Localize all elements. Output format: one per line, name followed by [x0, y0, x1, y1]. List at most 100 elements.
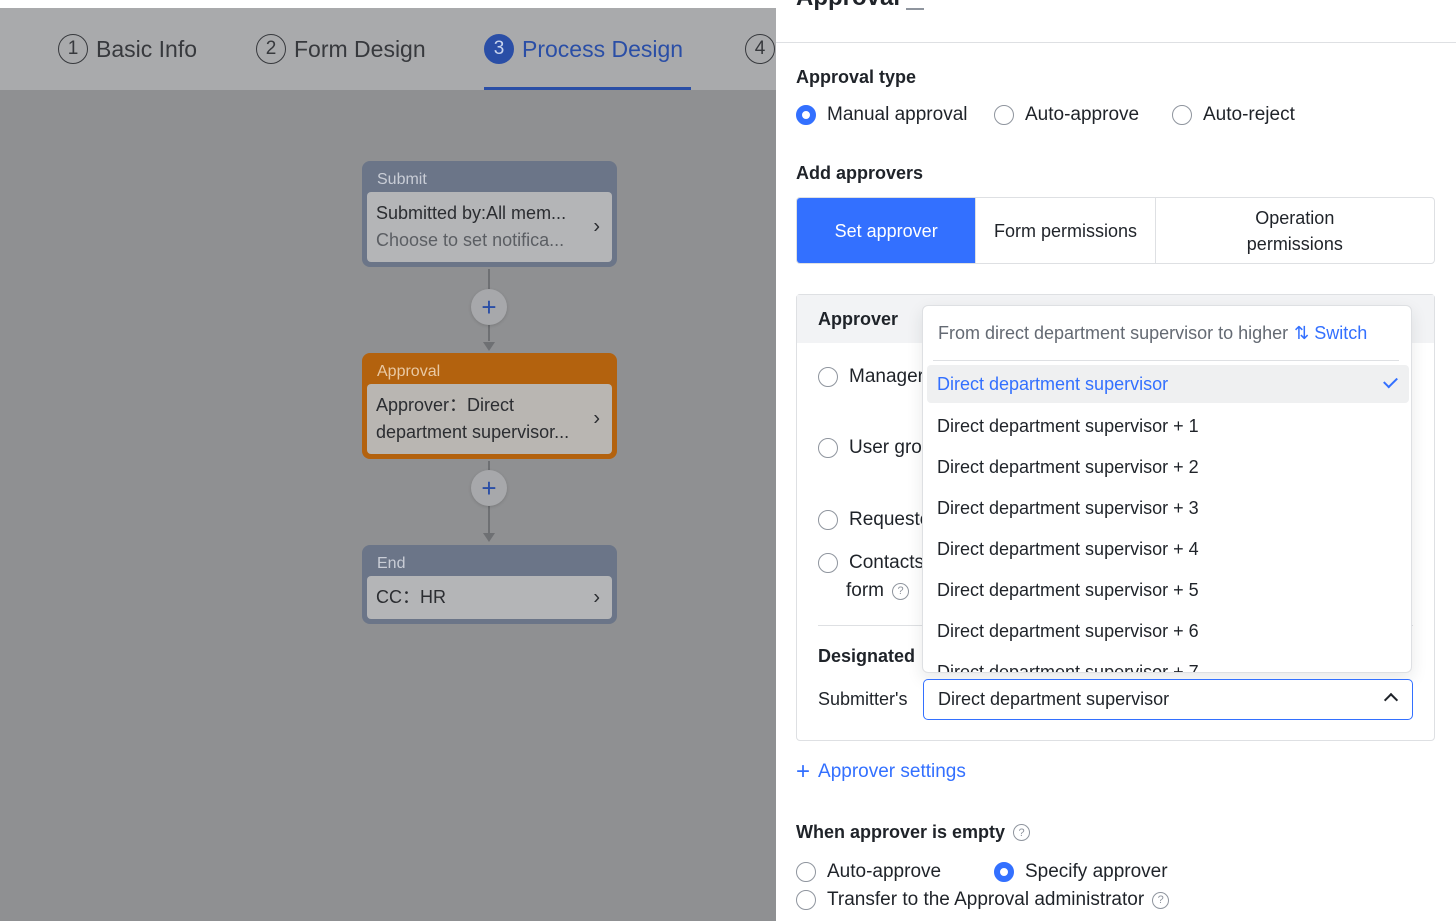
add-approvers-label: Add approvers — [796, 163, 924, 183]
top-border — [0, 0, 776, 8]
dropdown-option[interactable]: Direct department supervisor + 4 — [927, 529, 1409, 570]
edit-title-icon[interactable] — [906, 0, 924, 10]
active-step-underline — [484, 87, 691, 90]
radio-label: Transfer to the Approval administrator — [827, 889, 1145, 910]
radio-empty-auto-approve[interactable]: Auto-approve — [796, 861, 941, 883]
radio-user-group[interactable]: User gro — [818, 437, 922, 459]
radio-unchecked-icon — [994, 105, 1014, 125]
radio-auto-reject[interactable]: Auto-reject — [1172, 104, 1295, 126]
node-line-2: department supervisor... — [376, 422, 570, 442]
help-icon[interactable]: ? — [1013, 824, 1031, 841]
radio-unchecked-icon — [818, 367, 838, 387]
dropdown-option[interactable]: Direct department supervisor + 6 — [927, 611, 1409, 652]
drawer-title: Approval — [796, 0, 900, 12]
radio-label: Auto-approve — [827, 861, 942, 882]
option-label: Direct department supervisor + 1 — [937, 416, 1199, 436]
radio-label: Contacts — [849, 552, 924, 573]
node-body[interactable]: Submitted by:All mem... Choose to set no… — [367, 192, 612, 262]
plus-icon: + — [796, 758, 811, 785]
radio-label: Requeste — [849, 509, 931, 530]
arrow-down-icon — [483, 342, 495, 351]
switch-label: Switch — [1314, 323, 1368, 343]
dropdown-option[interactable]: Direct department supervisor + 5 — [927, 570, 1409, 611]
designated-label: Designated — [818, 646, 916, 666]
dropdown-option[interactable]: Direct department supervisor — [927, 365, 1409, 403]
approver-tabs: Set approver Form permissions Operation … — [796, 197, 1435, 264]
step-4[interactable]: 4 — [745, 32, 776, 66]
step-label: Basic Info — [96, 35, 197, 62]
radio-label: Auto-approve — [1025, 104, 1140, 125]
help-icon[interactable]: ? — [892, 582, 909, 600]
node-body[interactable]: Approver：Direct department supervisor...… — [367, 384, 612, 454]
dropdown-header-text: From direct department supervisor to hig… — [938, 323, 1289, 343]
node-line-2: Choose to set notifica... — [376, 230, 565, 250]
radio-requester[interactable]: Requeste — [818, 509, 930, 531]
radio-manual-approval[interactable]: Manual approval — [796, 104, 967, 126]
approval-drawer: Approval Approval type Manual approval A… — [776, 0, 1456, 921]
node-title: Submit — [377, 171, 427, 188]
radio-contacts-form[interactable]: Contacts — [818, 552, 924, 574]
step-form-design[interactable]: 2 Form Design — [256, 32, 426, 66]
node-title: End — [377, 555, 406, 572]
radio-label: Manager — [849, 366, 924, 387]
step-number: 2 — [256, 34, 286, 64]
radio-unchecked-icon — [818, 438, 838, 458]
dropdown-divider — [933, 360, 1399, 361]
chevron-right-icon: › — [593, 586, 600, 608]
radio-unchecked-icon — [1172, 105, 1192, 125]
add-node-icon[interactable]: + — [471, 289, 507, 325]
dropdown-option[interactable]: Direct department supervisor + 3 — [927, 488, 1409, 529]
dropdown-option[interactable]: Direct department supervisor + 1 — [927, 406, 1409, 447]
supervisor-select[interactable]: Direct department supervisor — [923, 679, 1413, 720]
contacts-form-line2: form ? — [846, 580, 909, 602]
step-number: 3 — [484, 34, 514, 64]
option-label: Direct department supervisor + 6 — [937, 621, 1199, 641]
submit-node[interactable]: Submit Submitted by:All mem... Choose to… — [362, 161, 617, 267]
option-label: Direct department supervisor + 7 — [937, 662, 1199, 673]
arrow-down-icon — [483, 533, 495, 542]
dropdown-option[interactable]: Direct department supervisor + 7 — [927, 652, 1409, 673]
dropdown-option[interactable]: Direct department supervisor + 2 — [927, 447, 1409, 488]
step-process-design[interactable]: 3 Process Design — [484, 32, 683, 66]
switch-button[interactable]: ⇅ Switch — [1294, 323, 1367, 343]
radio-manager[interactable]: Manager — [818, 366, 924, 388]
step-basic-info[interactable]: 1 Basic Info — [58, 32, 197, 66]
radio-transfer-admin[interactable]: Transfer to the Approval administrator ? — [796, 889, 1170, 911]
option-label: Direct department supervisor + 2 — [937, 457, 1199, 477]
radio-specify-approver[interactable]: Specify approver — [994, 861, 1168, 883]
header-divider — [776, 42, 1456, 43]
radio-label: User gro — [849, 437, 922, 458]
end-node[interactable]: End CC：HR › — [362, 545, 617, 624]
when-empty-label: When approver is empty — [796, 822, 1006, 842]
node-title: Approval — [377, 363, 441, 380]
option-label: Direct department supervisor + 4 — [937, 539, 1199, 559]
radio-label: Specify approver — [1025, 861, 1168, 882]
radio-unchecked-icon — [818, 553, 838, 573]
radio-label-line2: form — [846, 580, 884, 601]
tab-set-approver[interactable]: Set approver — [797, 198, 976, 263]
help-icon[interactable]: ? — [1152, 891, 1170, 909]
step-label: Process Design — [522, 35, 684, 62]
tab-form-permissions[interactable]: Form permissions — [975, 198, 1154, 263]
approver-label: Approver — [818, 309, 899, 329]
radio-auto-approve[interactable]: Auto-approve — [994, 104, 1139, 126]
select-value: Direct department supervisor — [938, 689, 1170, 709]
tab-operation-permissions[interactable]: Operation permissions — [1154, 198, 1434, 263]
dropdown-header: From direct department supervisor to hig… — [938, 323, 1367, 344]
step-number: 1 — [58, 34, 88, 64]
option-label: Direct department supervisor + 3 — [937, 498, 1199, 518]
process-canvas: 1 Basic Info 2 Form Design 3 Process Des… — [0, 0, 776, 921]
approver-settings-link[interactable]: + Approver settings — [796, 760, 966, 784]
radio-label: Auto-reject — [1203, 104, 1295, 125]
radio-checked-icon — [994, 862, 1014, 882]
step-number: 4 — [745, 34, 775, 64]
step-bar: 1 Basic Info 2 Form Design 3 Process Des… — [0, 8, 776, 90]
radio-unchecked-icon — [796, 862, 816, 882]
radio-unchecked-icon — [818, 510, 838, 530]
node-body[interactable]: CC：HR › — [367, 576, 612, 619]
chevron-right-icon: › — [593, 407, 600, 430]
add-node-icon[interactable]: + — [471, 470, 507, 506]
approval-type-label: Approval type — [796, 67, 917, 87]
approval-node[interactable]: Approval Approver：Direct department supe… — [362, 353, 617, 459]
switch-order-icon: ⇅ — [1294, 323, 1310, 343]
